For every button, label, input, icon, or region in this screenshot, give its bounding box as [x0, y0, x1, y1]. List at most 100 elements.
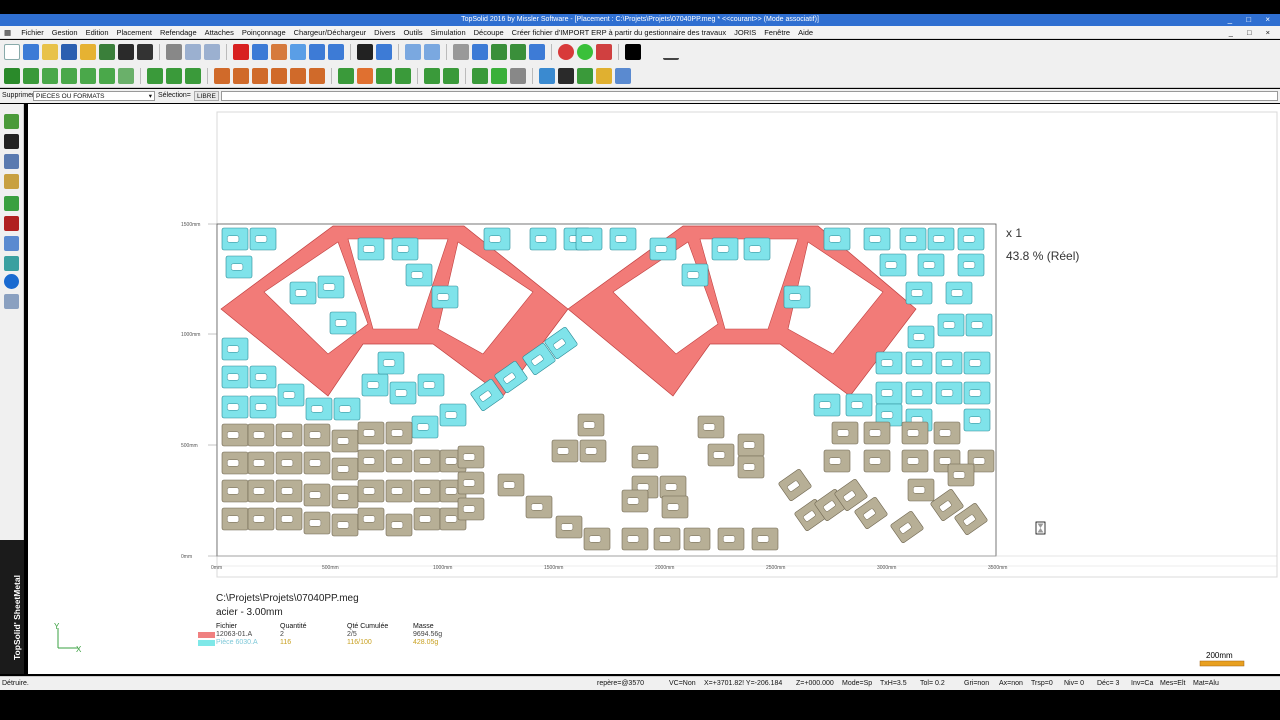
clipboard-icon[interactable] — [4, 236, 19, 251]
khaki-part[interactable] — [683, 527, 711, 551]
menu-item[interactable]: Divers — [370, 26, 399, 39]
cyan-part[interactable] — [389, 381, 417, 405]
zoom-window-icon[interactable] — [309, 44, 325, 60]
placement-tool-icon[interactable] — [80, 67, 96, 84]
placement-tool-icon[interactable] — [539, 67, 555, 84]
placement-tool-icon[interactable] — [472, 67, 488, 84]
placement-tool-icon[interactable] — [443, 67, 459, 84]
tool-icon[interactable] — [376, 44, 392, 60]
view-right-icon[interactable] — [424, 44, 440, 60]
cyan-part[interactable] — [963, 351, 991, 375]
placement-tool-icon[interactable] — [596, 67, 612, 84]
cyan-part[interactable] — [937, 313, 965, 337]
color-black-icon[interactable] — [625, 44, 641, 60]
menu-item[interactable]: Simulation — [427, 26, 470, 39]
cut-icon[interactable] — [453, 44, 469, 60]
cyan-part[interactable] — [963, 381, 991, 405]
cyan-part[interactable] — [813, 393, 841, 417]
document-icon[interactable] — [99, 44, 115, 60]
delete-filter-select[interactable]: PIECES OU FORMATS ▾ — [33, 91, 155, 101]
command-input[interactable] — [221, 91, 1278, 101]
khaki-part[interactable] — [583, 527, 611, 551]
machine-icon[interactable] — [357, 44, 373, 60]
cyan-part[interactable] — [917, 253, 945, 277]
khaki-part[interactable] — [357, 507, 385, 531]
info-icon[interactable] — [4, 274, 19, 289]
menu-item[interactable]: Refendage — [156, 26, 201, 39]
cyan-part[interactable] — [249, 395, 277, 419]
grid-icon[interactable] — [4, 154, 19, 169]
khaki-part[interactable] — [357, 449, 385, 473]
cyan-part[interactable] — [905, 381, 933, 405]
cyan-part[interactable] — [277, 383, 305, 407]
cyan-part[interactable] — [845, 393, 873, 417]
copy-icon[interactable] — [185, 44, 201, 60]
delete-icon[interactable] — [233, 44, 249, 60]
placement-tool-icon[interactable] — [491, 67, 507, 84]
khaki-part[interactable] — [457, 497, 485, 521]
operator-icon[interactable] — [4, 174, 19, 189]
khaki-part[interactable] — [247, 451, 275, 475]
khaki-part[interactable] — [275, 423, 303, 447]
cyan-part[interactable] — [317, 275, 345, 299]
layout-icon[interactable] — [118, 44, 134, 60]
khaki-part[interactable] — [579, 439, 607, 463]
window-controls[interactable]: _ □ × — [1228, 14, 1276, 26]
new-file-icon[interactable] — [4, 44, 20, 60]
placement-tool-icon[interactable] — [214, 67, 230, 84]
cyan-part[interactable] — [221, 337, 249, 361]
placement-tool-icon[interactable] — [376, 67, 392, 84]
khaki-part[interactable] — [947, 463, 975, 487]
drawing-canvas[interactable]: 1500mm 1000mm 500mm 0mm 0mm 500mm 1000mm 1500m… — [28, 104, 1280, 674]
khaki-part[interactable] — [555, 515, 583, 539]
khaki-part[interactable] — [221, 423, 249, 447]
khaki-part[interactable] — [331, 485, 359, 509]
placement-tool-icon[interactable] — [424, 67, 440, 84]
cyan-part[interactable] — [783, 285, 811, 309]
khaki-part[interactable] — [247, 507, 275, 531]
settings-icon[interactable] — [4, 294, 19, 309]
app-menu-icon[interactable]: ▦ — [0, 26, 15, 39]
cyan-part[interactable] — [945, 281, 973, 305]
khaki-part[interactable] — [659, 475, 687, 499]
khaki-part[interactable] — [577, 413, 605, 437]
cyan-part[interactable] — [221, 365, 249, 389]
cyan-part[interactable] — [905, 351, 933, 375]
open-model-icon[interactable] — [80, 44, 96, 60]
khaki-part[interactable] — [621, 527, 649, 551]
nest-icon[interactable] — [4, 196, 19, 211]
khaki-part[interactable] — [457, 471, 485, 495]
cyan-part[interactable] — [957, 227, 985, 251]
cyan-part[interactable] — [357, 237, 385, 261]
menu-item[interactable]: Gestion — [48, 26, 82, 39]
khaki-part[interactable] — [275, 451, 303, 475]
khaki-part[interactable] — [221, 479, 249, 503]
menu-item[interactable]: Aide — [794, 26, 817, 39]
placement-tool-icon[interactable] — [233, 67, 249, 84]
zoom-icon[interactable] — [472, 44, 488, 60]
cyan-part[interactable] — [305, 397, 333, 421]
cyan-part[interactable] — [743, 237, 771, 261]
khaki-part[interactable] — [831, 421, 859, 445]
cyan-part[interactable] — [609, 227, 637, 251]
placement-tool-icon[interactable] — [309, 67, 325, 84]
khaki-part[interactable] — [717, 527, 745, 551]
menu-item[interactable]: Découpe — [470, 26, 508, 39]
khaki-part[interactable] — [221, 507, 249, 531]
cyan-part[interactable] — [823, 227, 851, 251]
khaki-part[interactable] — [303, 451, 331, 475]
khaki-part[interactable] — [823, 449, 851, 473]
cyan-part[interactable] — [907, 325, 935, 349]
placement-tool-icon[interactable] — [61, 67, 77, 84]
khaki-part[interactable] — [413, 507, 441, 531]
khaki-part[interactable] — [933, 421, 961, 445]
cyan-part[interactable] — [483, 227, 511, 251]
menu-item[interactable]: Créer fichier d'IMPORT ERP à partir du g… — [508, 26, 730, 39]
cyan-part[interactable] — [391, 237, 419, 261]
khaki-part[interactable] — [385, 479, 413, 503]
cyan-part[interactable] — [649, 237, 677, 261]
khaki-part[interactable] — [221, 451, 249, 475]
view-left-icon[interactable] — [405, 44, 421, 60]
cyan-part[interactable] — [249, 365, 277, 389]
khaki-part[interactable] — [863, 449, 891, 473]
